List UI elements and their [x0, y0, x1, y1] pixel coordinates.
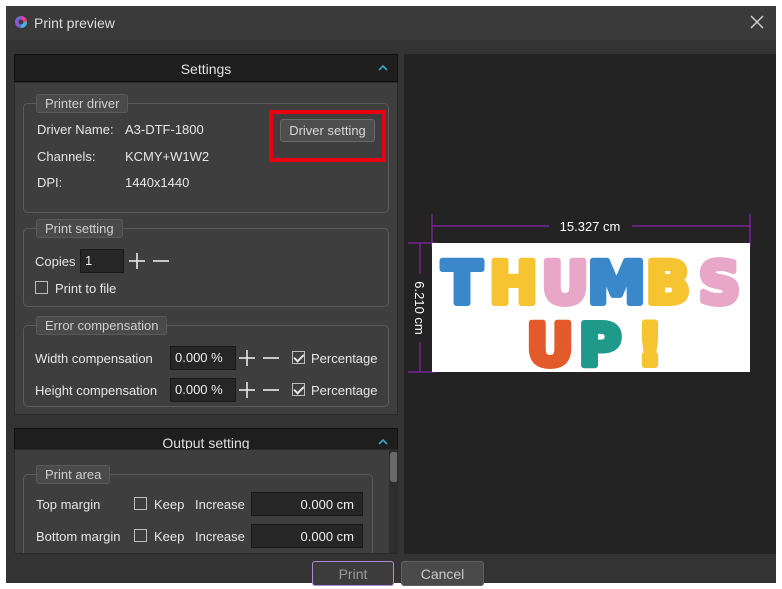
channels-label: Channels: [37, 149, 96, 164]
thumbs-up-artwork: THUMBS U P! [439, 246, 743, 382]
height-dimension-label: 6.210 cm [412, 281, 427, 334]
driver-name-label: Driver Name: [37, 122, 114, 137]
print-to-file-checkbox[interactable] [35, 281, 48, 294]
channels-value: KCMY+W1W2 [125, 149, 210, 164]
print-setting-title: Print setting [36, 219, 123, 238]
settings-section-header[interactable]: Settings [14, 54, 398, 82]
top-margin-input[interactable]: 0.000 cm [251, 492, 363, 516]
artwork-letter: T [442, 249, 482, 317]
width-compensation-input[interactable]: 0.000 % [170, 346, 236, 370]
output-body: Print area Top margin Keep Increase 0.00… [14, 449, 398, 554]
artwork-letter: U [526, 311, 573, 372]
artwork-letter: M [588, 249, 646, 317]
print-to-file-label: Print to file [55, 281, 117, 296]
printer-driver-title: Printer driver [36, 94, 129, 113]
artwork-letter: H [489, 249, 538, 317]
copies-input[interactable]: 1 [80, 249, 124, 273]
top-increase-label: Increase [195, 497, 245, 512]
print-preview-window: Print preview Settings Printer driver Dr… [6, 6, 776, 586]
bottom-margin-input[interactable]: 0.000 cm [251, 524, 363, 548]
dpi-value: 1440x1440 [125, 175, 190, 190]
settings-header-label: Settings [180, 61, 232, 77]
top-margin-label: Top margin [36, 497, 101, 512]
chevron-up-icon[interactable] [377, 437, 389, 447]
artwork-letter: U [541, 249, 588, 317]
cancel-button[interactable]: Cancel [401, 561, 484, 586]
height-percentage-checkbox[interactable] [292, 383, 305, 396]
height-compensation-input[interactable]: 0.000 % [170, 378, 236, 402]
dpi-label: DPI: [37, 175, 63, 190]
print-setting-group: Print setting Copies 1 Print to file [23, 219, 389, 307]
settings-body: Printer driver Driver Name: A3-DTF-1800 … [14, 82, 398, 415]
app-logo-icon [15, 16, 27, 28]
output-scrollbar[interactable] [389, 450, 397, 553]
printer-driver-group: Printer driver Driver Name: A3-DTF-1800 … [23, 94, 389, 213]
bottom-keep-checkbox[interactable] [134, 529, 147, 542]
top-keep-label: Keep [154, 497, 185, 512]
settings-pane: Settings Printer driver Driver Name: A3-… [14, 54, 398, 554]
copies-plus-icon[interactable] [128, 252, 146, 270]
driver-setting-button[interactable]: Driver setting [280, 119, 375, 142]
height-minus-icon[interactable] [262, 381, 280, 399]
chevron-up-icon[interactable] [377, 63, 389, 73]
width-percentage-checkbox[interactable] [292, 351, 305, 364]
preview-pane: 15.327 cm 6.210 cm THUMBS U P! [404, 54, 776, 554]
width-plus-icon[interactable] [238, 349, 256, 367]
artwork-letter: B [646, 249, 690, 317]
artwork-line-1: THUMBS [439, 246, 743, 320]
error-compensation-title: Error compensation [36, 316, 168, 335]
height-percentage-label: Percentage [311, 383, 378, 398]
artwork-line-2: U P! [523, 308, 666, 382]
print-area-group: Print area Top margin Keep Increase 0.00… [23, 465, 373, 553]
copies-minus-icon[interactable] [152, 252, 170, 270]
print-area-title: Print area [36, 465, 111, 484]
close-icon[interactable] [746, 11, 768, 33]
window-title: Print preview [34, 15, 115, 31]
error-compensation-group: Error compensation Width compensation 0.… [23, 316, 389, 407]
artwork-letter: ! [637, 311, 663, 372]
width-compensation-label: Width compensation [35, 351, 153, 366]
bottom-margin-label: Bottom margin [36, 529, 121, 544]
driver-name-value: A3-DTF-1800 [125, 122, 204, 137]
width-minus-icon[interactable] [262, 349, 280, 367]
top-keep-checkbox[interactable] [134, 497, 147, 510]
artwork-letter: P [579, 311, 622, 372]
width-percentage-label: Percentage [311, 351, 378, 366]
copies-label: Copies [35, 254, 76, 269]
bottom-increase-label: Increase [195, 529, 245, 544]
height-compensation-label: Height compensation [35, 383, 158, 398]
title-bar: Print preview [6, 6, 776, 40]
scrollbar-thumb[interactable] [390, 452, 397, 482]
width-dimension-label: 15.327 cm [560, 219, 621, 234]
height-plus-icon[interactable] [238, 381, 256, 399]
print-button[interactable]: Print [312, 561, 394, 586]
bottom-keep-label: Keep [154, 529, 185, 544]
print-preview-image: THUMBS U P! [432, 243, 750, 382]
artwork-letter: S [699, 249, 741, 317]
